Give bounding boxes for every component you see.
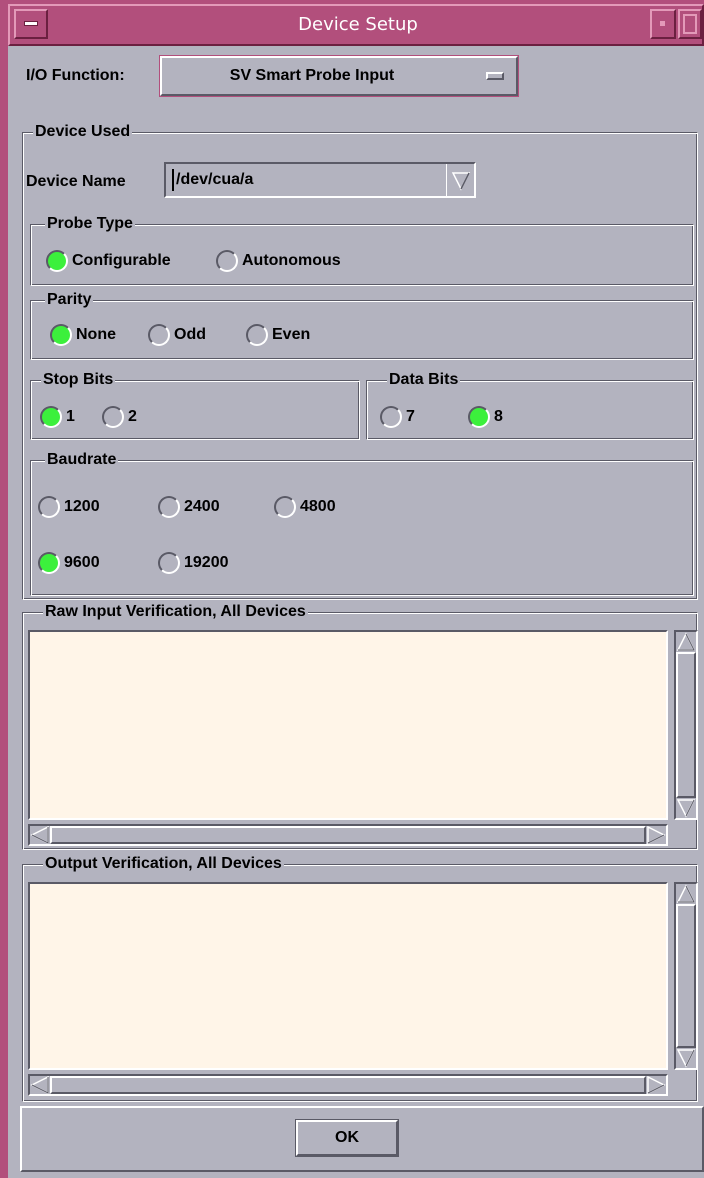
device-setup-window: Device Setup I/O Function: SV Smart Prob… [0,0,704,1178]
data-bits-group: Data Bits [366,370,694,440]
output-horizontal-scrollbar[interactable] [28,1074,668,1096]
output-vertical-scroll-thumb[interactable] [676,904,696,1048]
data-bits-8-label: 8 [494,408,503,425]
baudrate-4800-radio[interactable] [274,496,296,518]
minimize-icon [660,21,665,26]
parity-title: Parity [45,290,94,310]
data-bits-7-radio[interactable] [380,406,402,428]
baudrate-group: Baudrate [30,450,694,596]
baudrate-19200-radio[interactable] [158,552,180,574]
parity-group: Parity [30,290,694,360]
option-menu-indicator-icon [486,72,504,80]
baudrate-title: Baudrate [45,450,119,470]
output-verification-text-area[interactable] [28,882,668,1070]
baudrate-1200-label: 1200 [64,498,100,515]
io-function-label: I/O Function: [26,67,125,84]
output-horizontal-scroll-thumb[interactable] [50,1076,646,1094]
parity-even-label: Even [272,326,311,343]
ok-button-label: OK [335,1129,359,1146]
scroll-right-arrow-icon[interactable] [646,1076,666,1094]
baudrate-2400-radio[interactable] [158,496,180,518]
data-bits-7-label: 7 [406,408,415,425]
minimize-button[interactable] [650,9,676,39]
raw-input-title: Raw Input Verification, All Devices [43,602,308,622]
probe-type-configurable-label: Configurable [72,252,171,269]
scroll-up-arrow-icon[interactable] [676,632,696,652]
probe-type-autonomous-label: Autonomous [242,252,341,269]
stop-bits-1-radio[interactable] [40,406,62,428]
parity-odd-radio[interactable] [148,324,170,346]
device-name-label: Device Name [26,173,126,190]
chevron-down-icon [451,172,471,191]
baudrate-9600-radio[interactable] [38,552,60,574]
baudrate-1200-radio[interactable] [38,496,60,518]
raw-input-horizontal-scroll-thumb[interactable] [50,826,646,844]
stop-bits-2-label: 2 [128,408,137,425]
ok-button[interactable]: OK [295,1119,399,1157]
scroll-right-arrow-icon[interactable] [646,826,666,844]
stop-bits-title: Stop Bits [41,370,116,390]
parity-none-label: None [76,326,116,343]
device-name-value: /dev/cua/a [176,171,254,188]
data-bits-title: Data Bits [387,370,461,390]
raw-input-vertical-scrollbar[interactable] [674,630,698,820]
parity-odd-label: Odd [174,326,206,343]
probe-type-autonomous-radio[interactable] [216,250,238,272]
baudrate-19200-label: 19200 [184,554,229,571]
device-used-title: Device Used [33,122,133,142]
window-title: Device Setup [298,14,418,35]
io-function-option-menu[interactable]: SV Smart Probe Input [159,55,519,97]
parity-none-radio[interactable] [50,324,72,346]
stop-bits-group: Stop Bits [30,370,360,440]
raw-input-vertical-scroll-thumb[interactable] [676,652,696,798]
parity-even-radio[interactable] [246,324,268,346]
data-bits-8-radio[interactable] [468,406,490,428]
output-vertical-scrollbar[interactable] [674,882,698,1070]
baudrate-2400-label: 2400 [184,498,220,515]
window-frame-left[interactable] [0,0,8,1178]
scroll-up-arrow-icon[interactable] [676,884,696,904]
output-verification-title: Output Verification, All Devices [43,854,284,874]
scroll-down-arrow-icon[interactable] [676,1048,696,1068]
stop-bits-1-label: 1 [66,408,75,425]
scroll-down-arrow-icon[interactable] [676,798,696,818]
probe-type-title: Probe Type [45,214,135,234]
stop-bits-2-radio[interactable] [102,406,124,428]
probe-type-configurable-radio[interactable] [46,250,68,272]
title-bar[interactable]: Device Setup [8,4,704,46]
raw-input-text-area[interactable] [28,630,668,820]
maximize-icon [683,14,697,34]
device-name-combobox[interactable]: /dev/cua/a [164,162,476,198]
scroll-left-arrow-icon[interactable] [30,1076,50,1094]
maximize-button[interactable] [678,9,702,39]
baudrate-4800-label: 4800 [300,498,336,515]
scroll-left-arrow-icon[interactable] [30,826,50,844]
baudrate-9600-label: 9600 [64,554,100,571]
io-function-value: SV Smart Probe Input [229,67,395,84]
raw-input-horizontal-scrollbar[interactable] [28,824,668,846]
combobox-arrow-button[interactable] [446,164,474,196]
